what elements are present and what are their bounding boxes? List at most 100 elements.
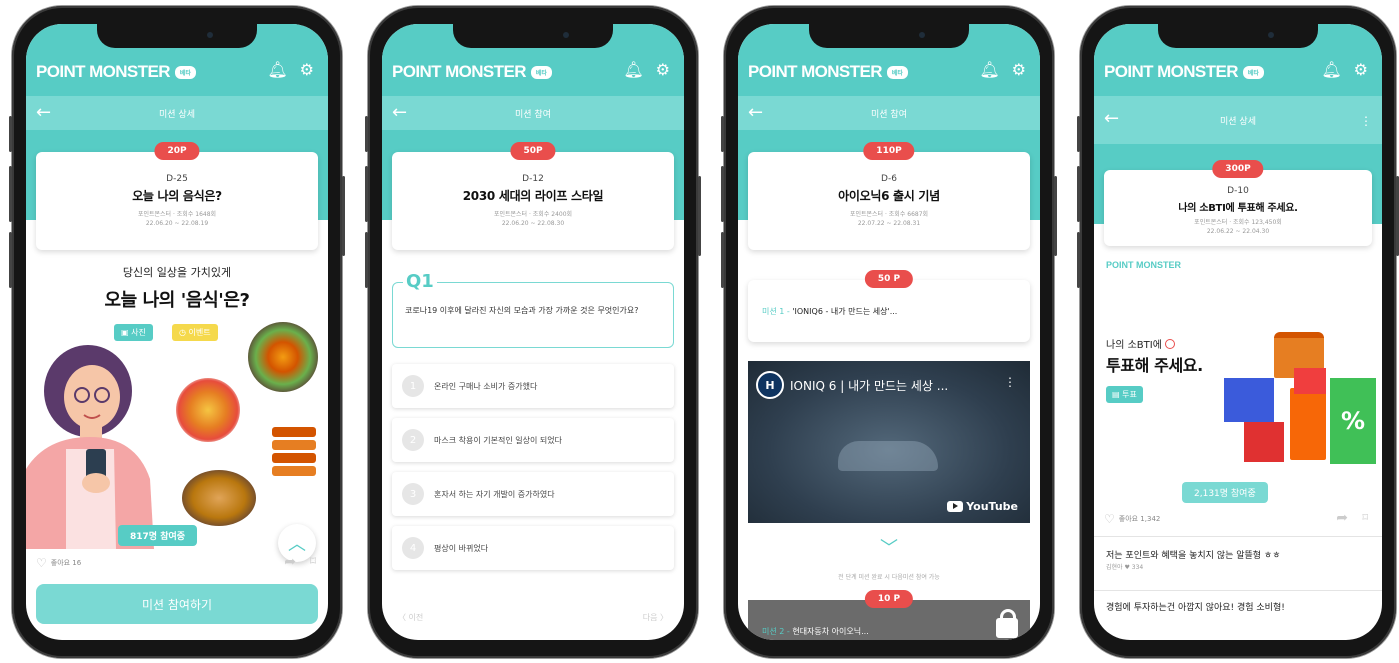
unlock-hint: 전 단계 미션 완료 시 다음미션 참여 가능 <box>838 574 940 581</box>
brand-name: POINT MONSTER <box>36 62 170 81</box>
answer-option-4[interactable]: 4 평상이 바뀌었다 <box>392 526 674 570</box>
back-arrow-icon[interactable]: ← <box>36 102 51 123</box>
share-icon[interactable]: ➦ <box>1336 510 1348 526</box>
daily-chip: ◷ 이벤트 <box>172 324 218 341</box>
sub-point-badge: 50 P <box>864 270 914 288</box>
phone-1: POINT MONSTER 베타 🔔︎ ⚙︎ ← 미션 상세 20P D-25 … <box>9 6 345 658</box>
phone-3-screen: POINT MONSTER 베타 🔔︎ ⚙︎ ← 미션 참여 110P D-6 … <box>738 24 1040 640</box>
bell-icon[interactable]: 🔔︎ <box>267 62 287 78</box>
gear-icon[interactable]: ⚙︎ <box>300 62 314 78</box>
page-title: 미션 상세 <box>159 109 195 120</box>
sub-point-badge: 10 P <box>864 590 914 608</box>
prev-button[interactable]: 〈 이전 <box>398 612 423 623</box>
mission-title: 아이오닉6 출시 기념 <box>838 189 940 203</box>
join-mission-button[interactable]: 미션 참여하기 <box>36 584 318 624</box>
like-button[interactable]: ♡ 좋아요 16 <box>36 556 81 570</box>
woman-illustration <box>26 345 154 549</box>
bookmark-icon[interactable]: ⌑ <box>1362 511 1368 524</box>
brand-logo: POINT MONSTER 베타 <box>1104 62 1264 82</box>
gear-icon[interactable]: ⚙︎ <box>1354 62 1368 78</box>
play-icon <box>947 501 964 512</box>
mission-card: 50P D-12 2030 세대의 라이프 스타일 포인트몬스터 · 조회수 2… <box>392 142 674 250</box>
d-day: D-25 <box>166 174 188 184</box>
bookmark-icon[interactable]: ⌑ <box>310 554 316 568</box>
d-day: D-12 <box>522 174 544 184</box>
mission-period: 22.06.22 ~ 22.04.30 <box>1206 228 1270 235</box>
more-vertical-icon[interactable]: ⋮ <box>1360 114 1372 128</box>
back-arrow-icon[interactable]: ← <box>1104 108 1119 129</box>
answer-option-1[interactable]: 1 온라인 구매나 소비가 증가했다 <box>392 364 674 408</box>
brand-logo: POINT MONSTER 베타 <box>392 62 552 82</box>
chevron-down-icon[interactable]: ﹀ <box>738 534 1040 560</box>
mission-meta: 포인트몬스터 · 조회수 123,450회 <box>1194 219 1282 226</box>
gear-icon[interactable]: ⚙︎ <box>656 62 670 78</box>
page-title: 미션 참여 <box>515 109 551 120</box>
point-badge: 110P <box>863 142 915 160</box>
sponsor-label: POINT MONSTER <box>1106 260 1182 270</box>
brand-logo: POINT MONSTER 베타 <box>36 62 196 82</box>
like-count: 좋아요 16 <box>50 559 82 567</box>
bell-icon[interactable]: 🔔︎ <box>979 62 999 78</box>
participant-count: 2,131명 참여중 <box>1182 482 1268 503</box>
sub-header: ← 미션 참여 <box>382 96 684 130</box>
phone-4: POINT MONSTER 베타 🔔︎ ⚙︎ ← 미션 상세 ⋮ 300P D-… <box>1077 6 1399 658</box>
comment-text: 경험에 투자하는건 아깝지 않아요! 경험 소비형! <box>1106 603 1285 613</box>
gear-icon[interactable]: ⚙︎ <box>1012 62 1026 78</box>
phone-4-screen: POINT MONSTER 베타 🔔︎ ⚙︎ ← 미션 상세 ⋮ 300P D-… <box>1094 24 1382 640</box>
promo-subheading: 나의 소BTI에 <box>1106 336 1176 351</box>
bell-icon[interactable]: 🔔︎ <box>1321 62 1341 78</box>
next-button[interactable]: 다음 〉 <box>643 612 668 623</box>
mission-period: 22.06.20 ~ 22.08.30 <box>501 220 565 227</box>
answer-option-2[interactable]: 2 마스크 착용이 기본적인 일상이 되었다 <box>392 418 674 462</box>
brand-logo: POINT MONSTER 베타 <box>748 62 908 82</box>
chevron-up-icon: ︿ <box>288 534 306 555</box>
back-arrow-icon[interactable]: ← <box>748 102 763 123</box>
page-title: 미션 상세 <box>1220 116 1256 127</box>
heart-icon: ♡ <box>1104 512 1115 526</box>
sub-header: ← 미션 참여 <box>738 96 1040 130</box>
mission-card: 20P D-25 오늘 나의 음식은? 포인트몬스터 · 조회수 1648회 2… <box>36 142 318 250</box>
bell-icon[interactable]: 🔔︎ <box>623 62 643 78</box>
gift-box-small <box>1294 368 1326 394</box>
page-title: 미션 참여 <box>871 109 907 120</box>
youtube-logo[interactable]: YouTube <box>947 500 1018 513</box>
car-silhouette <box>838 441 938 471</box>
phone-2-screen: POINT MONSTER 베타 🔔︎ ⚙︎ ← 미션 참여 50P D-12 … <box>382 24 684 640</box>
mission-meta: 포인트몬스터 · 조회수 6687회 <box>849 211 929 218</box>
like-button[interactable]: ♡ 좋아요 1,342 <box>1104 512 1160 526</box>
question-text: 코로나19 이후에 달라진 자신의 모습과 가장 가까운 것은 무엇인가요? <box>405 306 639 315</box>
phone-1-screen: POINT MONSTER 베타 🔔︎ ⚙︎ ← 미션 상세 20P D-25 … <box>26 24 328 640</box>
vote-chip: ▤ 투표 <box>1106 386 1143 403</box>
mission-title: 오늘 나의 음식은? <box>132 189 222 203</box>
answer-option-3[interactable]: 3 혼자서 하는 자기 개발이 증가하였다 <box>392 472 674 516</box>
sub-mission-2-locked: 10 P 미션 2 - 현대자동차 아이오닉... <box>748 590 1030 640</box>
option-text: 평상이 바뀌었다 <box>434 543 489 553</box>
heart-icon: ♡ <box>36 556 47 570</box>
pager: 〈 이전 다음 〉 <box>398 612 668 623</box>
hyundai-logo: H <box>756 371 784 399</box>
comment-meta: 김현아 ♥ 334 <box>1106 564 1144 572</box>
tteokbokki-image <box>176 378 240 442</box>
comment-item: 경험에 투자하는건 아깝지 않아요! 경험 소비형! <box>1106 602 1370 614</box>
video-player[interactable]: H IONIQ 6 | 내가 만드는 세상 ... ⋮ YouTube <box>748 361 1030 523</box>
point-badge: 300P <box>1212 160 1264 178</box>
mission-period: 22.07.22 ~ 22.08.31 <box>857 220 921 227</box>
option-number: 3 <box>402 483 424 505</box>
mission-title: 2030 세대의 라이프 스타일 <box>462 189 604 203</box>
more-vertical-icon[interactable]: ⋮ <box>1004 375 1016 389</box>
sub-mission-1[interactable]: 50 P 미션 1 - 'IONIQ6 - 내가 만드는 세상'... <box>748 270 1030 342</box>
share-icon[interactable]: ➦ <box>284 554 296 570</box>
circle-icon <box>1165 339 1176 349</box>
brand-name: POINT MONSTER <box>1104 62 1238 81</box>
mission-title: 나의 소BTI에 투표해 주세요. <box>1178 203 1298 214</box>
phone-2: POINT MONSTER 베타 🔔︎ ⚙︎ ← 미션 참여 50P D-12 … <box>365 6 701 658</box>
back-arrow-icon[interactable]: ← <box>392 102 407 123</box>
participant-count: 817명 참여중 <box>118 525 198 546</box>
mission-card: 300P D-10 나의 소BTI에 투표해 주세요. 포인트몬스터 · 조회수… <box>1104 160 1372 246</box>
lock-icon <box>996 609 1018 638</box>
brand-name: POINT MONSTER <box>392 62 526 81</box>
shopping-bag-orange <box>1290 388 1326 460</box>
mission-meta: 포인트몬스터 · 조회수 2400회 <box>493 211 573 218</box>
comment-item: 저는 포인트와 혜택을 놓치지 않는 알뜰형 ㅎㅎ 김현아 ♥ 334 <box>1106 550 1370 572</box>
option-number: 4 <box>402 537 424 559</box>
